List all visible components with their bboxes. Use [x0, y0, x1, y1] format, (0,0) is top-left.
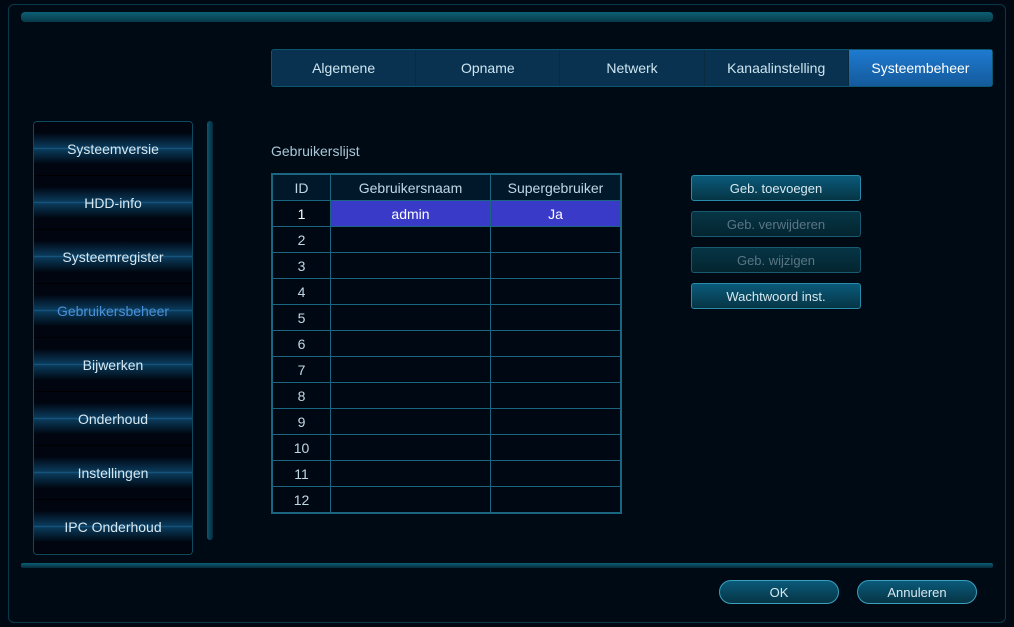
sidebar-item-3[interactable]: Gebruikersbeheer	[34, 284, 192, 338]
table-row[interactable]: 12	[273, 487, 621, 513]
top-border	[21, 12, 993, 22]
cell-username: admin	[331, 201, 491, 227]
table-row[interactable]: 8	[273, 383, 621, 409]
table-row[interactable]: 3	[273, 253, 621, 279]
cell-super	[491, 279, 621, 305]
cell-super	[491, 227, 621, 253]
window-frame: AlgemeneOpnameNetwerkKanaalinstellingSys…	[8, 4, 1006, 623]
cell-username	[331, 435, 491, 461]
cell-super	[491, 357, 621, 383]
table-row[interactable]: 2	[273, 227, 621, 253]
cell-username	[331, 331, 491, 357]
sidebar-item-6[interactable]: Instellingen	[34, 446, 192, 500]
cell-username	[331, 357, 491, 383]
main-tab-1[interactable]: Opname	[416, 50, 560, 86]
main-tab-bar: AlgemeneOpnameNetwerkKanaalinstellingSys…	[271, 49, 993, 87]
cell-super	[491, 409, 621, 435]
sidebar: SysteemversieHDD-infoSysteemregisterGebr…	[33, 121, 193, 555]
cell-id: 11	[273, 461, 331, 487]
cell-username	[331, 461, 491, 487]
cell-id: 6	[273, 331, 331, 357]
cell-super	[491, 461, 621, 487]
sidebar-item-4[interactable]: Bijwerken	[34, 338, 192, 392]
section-title: Gebruikerslijst	[271, 143, 975, 159]
action-button-group: Geb. toevoegen Geb. verwijderen Geb. wijzi…	[691, 175, 861, 309]
table-row[interactable]: 1adminJa	[273, 201, 621, 227]
th-super: Supergebruiker	[491, 175, 621, 201]
cell-super	[491, 383, 621, 409]
th-id: ID	[273, 175, 331, 201]
th-username: Gebruikersnaam	[331, 175, 491, 201]
table-row[interactable]: 11	[273, 461, 621, 487]
action-button-0[interactable]: Geb. toevoegen	[691, 175, 861, 201]
table-row[interactable]: 10	[273, 435, 621, 461]
action-button-2: Geb. wijzigen	[691, 247, 861, 273]
cancel-button[interactable]: Annuleren	[857, 580, 977, 604]
table-row[interactable]: 6	[273, 331, 621, 357]
cell-username	[331, 253, 491, 279]
main-tab-0[interactable]: Algemene	[272, 50, 416, 86]
cell-id: 1	[273, 201, 331, 227]
table-row[interactable]: 4	[273, 279, 621, 305]
cell-id: 5	[273, 305, 331, 331]
sidebar-item-7[interactable]: IPC Onderhoud	[34, 500, 192, 554]
cell-id: 3	[273, 253, 331, 279]
cell-username	[331, 487, 491, 513]
cell-super: Ja	[491, 201, 621, 227]
cell-id: 8	[273, 383, 331, 409]
bottom-button-bar: OK Annuleren	[719, 580, 977, 604]
table-row[interactable]: 9	[273, 409, 621, 435]
cell-username	[331, 227, 491, 253]
cell-super	[491, 253, 621, 279]
vertical-separator	[207, 121, 213, 540]
content-area: Gebruikerslijst ID Gebruikersnaam Superg…	[271, 143, 975, 517]
cell-id: 12	[273, 487, 331, 513]
main-tab-4[interactable]: Systeembeheer	[849, 50, 992, 86]
user-table-container: ID Gebruikersnaam Supergebruiker 1adminJ…	[271, 173, 622, 514]
sidebar-item-0[interactable]: Systeemversie	[34, 122, 192, 176]
ok-button[interactable]: OK	[719, 580, 839, 604]
action-button-1: Geb. verwijderen	[691, 211, 861, 237]
cell-super	[491, 305, 621, 331]
cell-username	[331, 305, 491, 331]
cell-id: 7	[273, 357, 331, 383]
sidebar-item-1[interactable]: HDD-info	[34, 176, 192, 230]
sidebar-item-2[interactable]: Systeemregister	[34, 230, 192, 284]
main-tab-2[interactable]: Netwerk	[560, 50, 704, 86]
horizontal-separator	[21, 563, 993, 568]
sidebar-item-5[interactable]: Onderhoud	[34, 392, 192, 446]
cell-super	[491, 435, 621, 461]
cell-super	[491, 331, 621, 357]
cell-username	[331, 279, 491, 305]
table-row[interactable]: 7	[273, 357, 621, 383]
main-tab-3[interactable]: Kanaalinstelling	[705, 50, 849, 86]
cell-username	[331, 383, 491, 409]
cell-username	[331, 409, 491, 435]
table-row[interactable]: 5	[273, 305, 621, 331]
cell-id: 10	[273, 435, 331, 461]
cell-super	[491, 487, 621, 513]
user-table: ID Gebruikersnaam Supergebruiker 1adminJ…	[272, 174, 621, 513]
action-button-3[interactable]: Wachtwoord inst.	[691, 283, 861, 309]
cell-id: 2	[273, 227, 331, 253]
cell-id: 4	[273, 279, 331, 305]
cell-id: 9	[273, 409, 331, 435]
